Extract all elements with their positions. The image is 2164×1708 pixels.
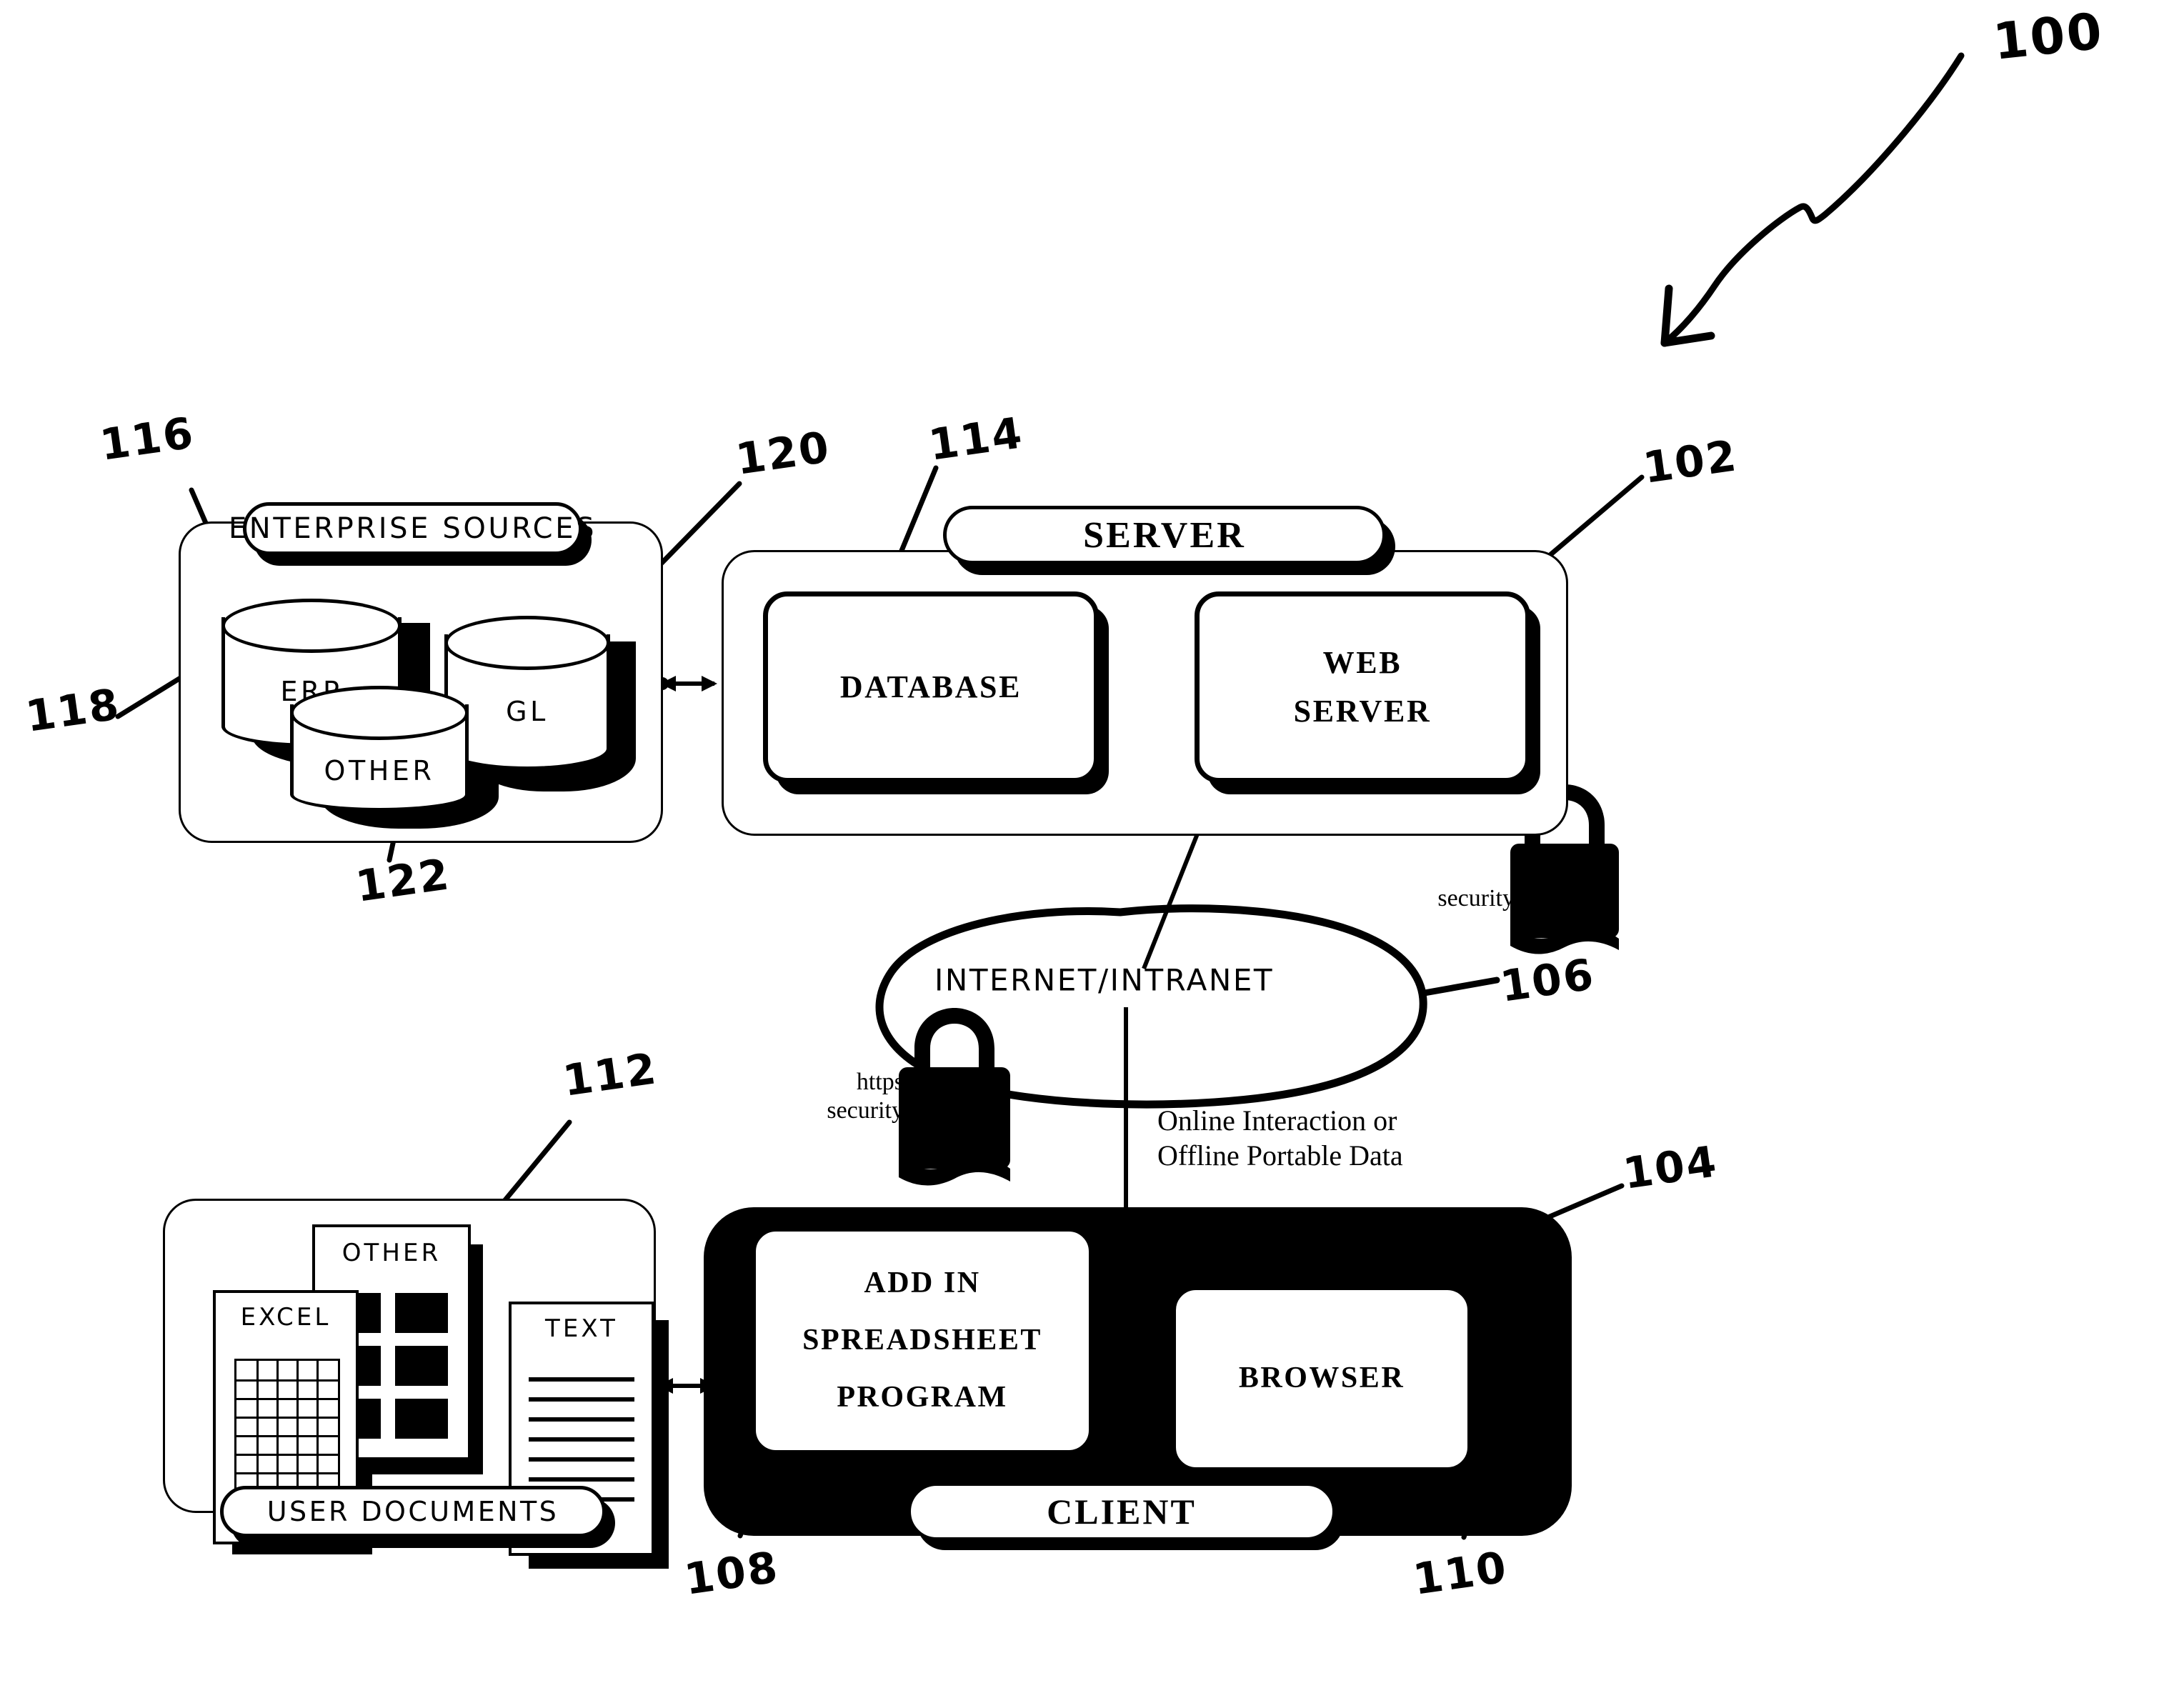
leader-line-112 xyxy=(495,1119,572,1212)
database-label: DATABASE xyxy=(839,669,1022,704)
ref-numeral-104: 104 xyxy=(1620,1137,1721,1199)
server-title-pill: SERVER xyxy=(943,506,1386,564)
ref-numeral-102: 102 xyxy=(1640,431,1741,494)
text-document-label: TEXT xyxy=(544,1314,619,1343)
ref-numeral-116: 116 xyxy=(96,408,198,471)
connector-enterprise-to-server xyxy=(656,676,717,691)
enterprise-sources-title-pill: ENTERPRISE SOURCES xyxy=(229,502,594,555)
browser-label: BROWSER xyxy=(1238,1362,1405,1395)
database-cylinder-gl: GL xyxy=(444,616,610,770)
server-security-label: security xyxy=(1437,885,1515,912)
ref-numeral-106: 106 xyxy=(1497,949,1598,1012)
https-security-label: https security xyxy=(827,1069,904,1124)
user-documents-title: USER DOCUMENTS xyxy=(266,1496,559,1527)
ref-numeral-108: 108 xyxy=(681,1542,782,1605)
server-node-database: DATABASE xyxy=(763,591,1099,783)
image-tile xyxy=(395,1293,448,1333)
server-title: SERVER xyxy=(1083,514,1246,556)
ref-numeral-120: 120 xyxy=(732,422,834,485)
ref-numeral-114: 114 xyxy=(925,408,1027,471)
add-in-spreadsheet-program-label: ADD IN SPREADSHEET PROGRAM xyxy=(802,1267,1042,1414)
ref-numeral-110: 110 xyxy=(1410,1542,1511,1605)
ref-numeral-118: 118 xyxy=(22,679,124,742)
figure-callout-arrow xyxy=(1660,52,1965,347)
ref-numeral-112: 112 xyxy=(559,1044,661,1107)
gl-label: GL xyxy=(506,696,549,728)
network-flow-label: Online Interaction or Offline Portable D… xyxy=(1157,1104,1403,1172)
spreadsheet-grid xyxy=(234,1359,340,1499)
other-document-label: OTHER xyxy=(341,1239,442,1267)
leader-line-106 xyxy=(1421,977,1500,997)
enterprise-sources-title: ENTERPRISE SOURCES xyxy=(228,512,597,545)
cylinder-top xyxy=(290,686,469,740)
cylinder-top xyxy=(221,599,402,653)
client-title-pill: CLIENT xyxy=(907,1482,1336,1541)
padlock-icon-https-security xyxy=(899,1008,1010,1186)
cylinder-top xyxy=(444,616,610,670)
web-server-label: WEB SERVER xyxy=(1293,644,1432,729)
client-node-browser: BROWSER xyxy=(1172,1286,1472,1472)
network-cloud-ellipse xyxy=(875,904,1427,1109)
patent-figure-canvas: ENTERPRISE SOURCES ERP GL OTHER SERVER D… xyxy=(0,0,2164,1708)
client-title: CLIENT xyxy=(1047,1492,1197,1532)
excel-document-label: EXCEL xyxy=(240,1303,331,1332)
user-documents-title-pill: USER DOCUMENTS xyxy=(220,1486,606,1537)
image-tile xyxy=(395,1346,448,1386)
other-label: OTHER xyxy=(324,754,435,786)
ref-numeral-122: 122 xyxy=(352,849,454,912)
ref-numeral-100: 100 xyxy=(1990,1,2107,71)
database-cylinder-other: OTHER xyxy=(290,686,469,811)
network-label: INTERNET/INTRANET xyxy=(934,962,1275,998)
image-tile xyxy=(395,1399,448,1439)
client-node-add-in-spreadsheet-program: ADD IN SPREADSHEET PROGRAM xyxy=(752,1227,1093,1454)
server-node-web-server: WEB SERVER xyxy=(1195,591,1530,783)
